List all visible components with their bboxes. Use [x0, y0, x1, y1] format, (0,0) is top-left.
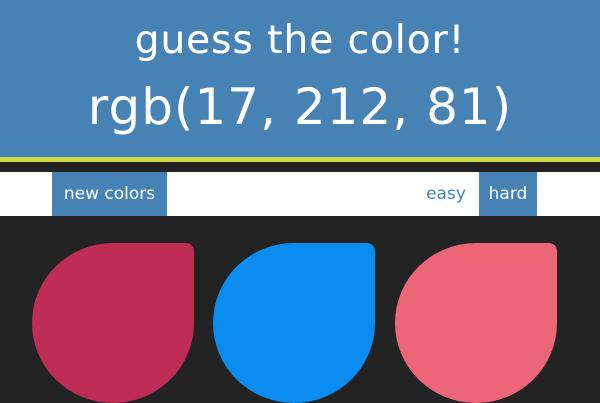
- new-colors-button[interactable]: new colors: [52, 172, 167, 216]
- header-divider: [0, 162, 600, 172]
- color-square[interactable]: [32, 243, 194, 403]
- rgb-color-display: rgb(17, 212, 81): [87, 78, 513, 136]
- game-header: guess the color! rgb(17, 212, 81): [0, 0, 600, 157]
- controls-bar: new colors easy hard: [0, 172, 600, 216]
- hard-mode-button[interactable]: hard: [479, 172, 537, 216]
- game-title: guess the color!: [134, 18, 466, 63]
- easy-mode-button[interactable]: easy: [416, 172, 476, 216]
- color-square[interactable]: [213, 243, 375, 403]
- color-board: [0, 216, 600, 403]
- color-square[interactable]: [395, 243, 557, 403]
